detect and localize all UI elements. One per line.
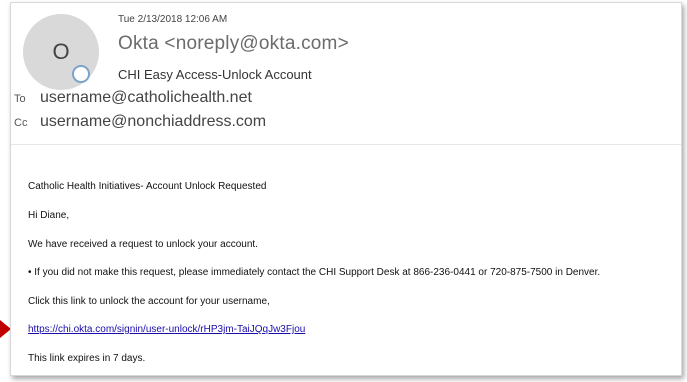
avatar-initial: O	[52, 39, 70, 64]
cc-label: Cc	[14, 117, 28, 129]
body-line-instruction: Click this link to unlock the account fo…	[28, 296, 270, 307]
sent-date: Tue 2/13/2018 12:06 AM	[118, 14, 228, 25]
body-heading: Catholic Health Initiatives- Account Unl…	[28, 181, 267, 192]
body-line-request: We have received a request to unlock you…	[28, 239, 258, 250]
body-line-contact: • If you did not make this request, plea…	[28, 267, 601, 278]
email-message: O Tue 2/13/2018 12:06 AM Okta <noreply@o…	[10, 2, 682, 376]
presence-status-icon	[72, 65, 90, 83]
to-row: To username@catholichealth.net	[14, 89, 252, 107]
greeting: Hi Diane,	[28, 210, 70, 221]
to-recipient[interactable]: username@catholichealth.net	[40, 89, 252, 107]
header-divider	[11, 144, 681, 145]
body-line-expiry: This link expires in 7 days.	[28, 353, 146, 364]
sender-name[interactable]: Okta <noreply@okta.com>	[118, 33, 349, 55]
unlock-link[interactable]: https://chi.okta.com/signin/user-unlock/…	[28, 324, 305, 335]
cc-recipient[interactable]: username@nonchiaddress.com	[40, 113, 266, 131]
cc-row: Cc username@nonchiaddress.com	[14, 113, 266, 131]
to-label: To	[14, 93, 26, 105]
email-subject: CHI Easy Access-Unlock Account	[118, 67, 312, 82]
email-header: O Tue 2/13/2018 12:06 AM Okta <noreply@o…	[11, 3, 681, 143]
